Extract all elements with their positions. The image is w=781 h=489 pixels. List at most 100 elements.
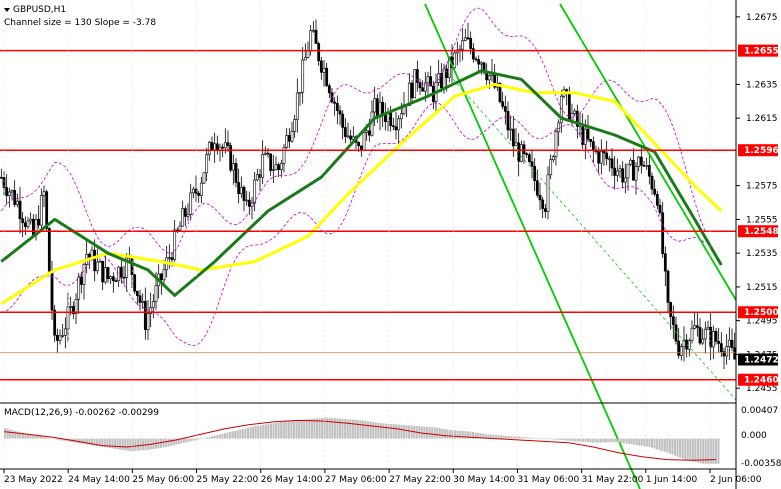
macd-bar <box>607 438 610 443</box>
macd-tick-bottom: -0.00358 <box>741 459 781 469</box>
macd-bar <box>587 438 590 443</box>
macd-bar <box>505 435 508 439</box>
macd-bar <box>113 438 117 449</box>
macd-bar <box>448 429 451 439</box>
macd-bar <box>126 438 129 451</box>
macd-bar <box>543 438 546 440</box>
price-tick: 1.2635 <box>746 80 778 90</box>
macd-bar <box>78 438 81 444</box>
macd-bar <box>620 438 623 443</box>
price-tick: 1.2515 <box>746 283 778 293</box>
macd-bar <box>604 438 607 443</box>
macd-bar <box>172 438 175 446</box>
macd-bar <box>257 425 260 439</box>
macd-bar <box>4 428 7 439</box>
macd-bar <box>431 427 434 439</box>
macd-bar <box>676 438 679 457</box>
macd-bar <box>57 438 60 440</box>
macd-bar <box>446 429 449 439</box>
channel-info: Channel size = 130 Slope = -3.78 <box>4 18 156 28</box>
macd-bar <box>252 426 255 439</box>
macd-bar <box>275 422 278 439</box>
macd-bar <box>497 435 500 439</box>
macd-bar <box>454 430 457 439</box>
macd-bar <box>364 420 367 439</box>
macd-bar <box>691 438 694 462</box>
macd-bar <box>136 438 140 451</box>
macd-bar <box>556 438 559 440</box>
macd-bar <box>699 438 702 464</box>
macd-bar <box>111 438 114 449</box>
macd-bar <box>515 436 518 439</box>
macd-bar <box>535 438 538 439</box>
macd-bar <box>541 438 544 440</box>
macd-bar <box>661 438 664 451</box>
macd-bar <box>643 438 646 447</box>
macd-bar <box>229 432 232 439</box>
price-tag-label: 1.2460 <box>744 376 779 386</box>
macd-bar <box>377 422 380 439</box>
macd-bar <box>395 424 398 439</box>
macd-bar <box>512 436 515 439</box>
macd-bar <box>525 437 528 439</box>
macd-bar <box>523 437 526 439</box>
macd-bar <box>333 418 336 439</box>
macd-bar <box>42 436 45 439</box>
macd-bar <box>206 437 209 439</box>
macd-bar <box>392 424 395 439</box>
time-tick: 25 May 06:00 <box>132 475 194 485</box>
macd-bar <box>134 438 137 451</box>
macd-bar <box>528 437 531 439</box>
macd-bar <box>272 423 275 439</box>
macd-bar <box>216 435 219 439</box>
macd-bar <box>213 435 216 439</box>
time-tick: 26 May 14:00 <box>261 475 323 485</box>
macd-bar <box>341 418 344 439</box>
macd-bar <box>441 428 444 439</box>
macd-bar <box>610 438 613 443</box>
price-chart: GBPUSD,H1 Channel size = 130 Slope = -3.… <box>0 0 781 489</box>
macd-bar <box>379 423 382 439</box>
macd-bar <box>459 430 462 439</box>
macd-bar <box>397 424 400 439</box>
macd-bar <box>551 438 554 440</box>
macd-label: MACD(12,26,9) -0.00262 -0.00299 <box>4 408 159 418</box>
price-tick: 1.2555 <box>746 215 778 225</box>
macd-bar <box>666 438 669 453</box>
macd-bar <box>142 438 145 451</box>
macd-bar <box>285 421 288 439</box>
macd-bar <box>351 419 354 439</box>
macd-bar <box>200 438 203 440</box>
macd-bar <box>569 438 572 441</box>
macd-bar <box>44 437 47 439</box>
macd-bar <box>354 419 357 439</box>
macd-bar <box>129 438 132 452</box>
macd-bar <box>305 419 308 439</box>
macd-bar <box>648 438 651 447</box>
macd-bar <box>436 427 439 439</box>
macd-bar <box>696 438 700 463</box>
macd-bar <box>83 438 86 444</box>
macd-bar <box>326 417 329 439</box>
macd-bar <box>579 438 582 442</box>
price-tag-label: 1.2655 <box>744 47 779 57</box>
macd-bar <box>236 430 239 439</box>
macd-bar <box>331 418 334 439</box>
macd-bar <box>456 430 459 439</box>
macd-bar <box>673 438 677 456</box>
candle <box>229 142 233 173</box>
macd-bar <box>226 432 229 439</box>
time-tick: 30 May 14:00 <box>453 475 515 485</box>
symbol-label: GBPUSD,H1 <box>13 5 66 15</box>
macd-bar <box>461 431 464 439</box>
macd-bar <box>438 428 441 439</box>
macd-bar <box>385 423 388 439</box>
macd-bar <box>159 438 163 448</box>
macd-bar <box>589 438 592 443</box>
macd-bar <box>244 428 247 439</box>
macd-bar <box>400 424 403 439</box>
macd-bar <box>346 419 349 439</box>
macd-bar <box>254 426 257 439</box>
macd-bar <box>500 435 503 439</box>
macd-tick-zero: 0.000 <box>741 431 767 441</box>
